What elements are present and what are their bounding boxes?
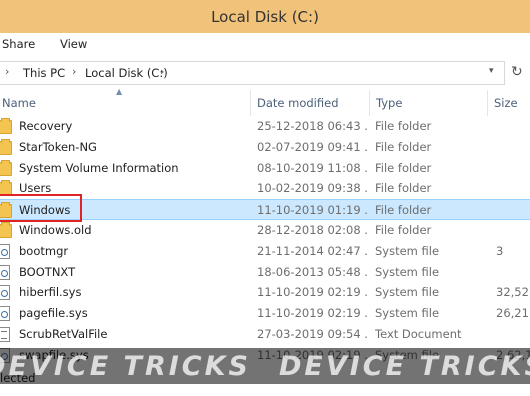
file-type: System file xyxy=(375,285,440,300)
file-row[interactable]: swapfile.sys 11-10-2019 02:19 ... System f… xyxy=(0,345,530,366)
chevron-right-icon[interactable]: › xyxy=(160,65,164,78)
breadcrumb-this-pc[interactable]: This PC xyxy=(23,66,65,80)
folder-icon xyxy=(0,118,12,134)
file-date-modified: 10-02-2019 09:38 ... xyxy=(257,181,369,196)
file-name: BOOTNXT xyxy=(19,264,76,279)
sort-ascending-icon: ▲ xyxy=(116,87,123,96)
folder-icon xyxy=(0,202,12,219)
file-name: System Volume Information xyxy=(19,160,179,175)
file-type: System file xyxy=(375,243,440,258)
file-date-modified: 21-11-2014 02:47 ... xyxy=(257,243,369,258)
file-date-modified: 02-07-2019 09:41 ... xyxy=(257,139,369,154)
tab-view[interactable]: View xyxy=(60,37,87,51)
column-type[interactable]: Type xyxy=(376,96,402,110)
ribbon-tabs: Share View xyxy=(0,33,530,57)
tab-share[interactable]: Share xyxy=(2,37,35,51)
file-row[interactable]: hiberfil.sys 11-10-2019 02:19 ... System f… xyxy=(0,282,530,303)
text-file-icon xyxy=(0,327,10,342)
system-file-icon xyxy=(0,285,10,301)
file-type: System file xyxy=(375,264,440,279)
file-row[interactable]: bootmgr 21-11-2014 02:47 ... System file 3 xyxy=(0,241,530,262)
file-size: 2,62,1 xyxy=(496,347,530,362)
breadcrumb-local-disk[interactable]: Local Disk (C:) xyxy=(85,66,168,80)
folder-icon xyxy=(0,159,12,176)
status-bar: lected xyxy=(0,367,530,396)
file-name: swapfile.sys xyxy=(19,347,89,362)
file-row[interactable]: System Volume Information 08-10-2019 11:0… xyxy=(0,158,530,179)
file-type: File folder xyxy=(375,181,432,196)
file-type: File folder xyxy=(375,160,432,175)
file-row[interactable]: BOOTNXT 18-06-2013 05:48 ... System file xyxy=(0,262,530,283)
folder-icon xyxy=(0,180,12,197)
folder-icon xyxy=(0,222,12,238)
file-name: Recovery xyxy=(19,119,73,133)
file-type: System file xyxy=(375,347,440,362)
column-divider[interactable] xyxy=(250,90,251,116)
status-text: lected xyxy=(0,371,36,385)
file-name: Users xyxy=(19,181,52,196)
file-date-modified: 11-10-2019 01:19 ... xyxy=(257,203,369,218)
file-name: Windows.old xyxy=(19,223,92,237)
file-name: pagefile.sys xyxy=(19,306,88,321)
file-row[interactable]: Users 10-02-2019 09:38 ... File folder xyxy=(0,178,530,199)
address-bar[interactable]: › This PC › Local Disk (C:) › ▾ xyxy=(0,61,505,85)
file-date-modified: 28-12-2018 02:08 ... xyxy=(257,223,369,237)
file-row[interactable]: Windows 11-10-2019 01:19 ... File folder xyxy=(0,199,530,221)
file-size: 3 xyxy=(496,243,504,258)
file-date-modified: 11-10-2019 02:19 ... xyxy=(257,285,369,300)
file-type: File folder xyxy=(375,203,432,218)
file-name: hiberfil.sys xyxy=(19,285,82,300)
file-row[interactable]: pagefile.sys 11-10-2019 02:19 ... System f… xyxy=(0,303,530,324)
file-date-modified: 08-10-2019 11:08 ... xyxy=(257,160,369,175)
file-type: Text Document xyxy=(375,327,462,341)
file-date-modified: 11-10-2019 02:19 ... xyxy=(257,306,369,321)
address-dropdown-icon[interactable]: ▾ xyxy=(489,66,494,76)
file-row[interactable]: Recovery 25-12-2018 06:43 ... File folder xyxy=(0,116,530,137)
file-row[interactable]: StarToken-NG 02-07-2019 09:41 ... File fol… xyxy=(0,137,530,158)
file-size: 32,52,0 xyxy=(496,285,530,300)
column-name[interactable]: Name xyxy=(2,96,36,110)
column-divider[interactable] xyxy=(487,90,488,116)
file-type: File folder xyxy=(375,119,432,133)
file-date-modified: 27-03-2019 09:54 ... xyxy=(257,327,369,341)
chevron-right-icon[interactable]: › xyxy=(72,65,76,78)
column-divider[interactable] xyxy=(369,90,370,116)
file-row[interactable]: ScrubRetValFile 27-03-2019 09:54 ... Text … xyxy=(0,324,530,345)
file-date-modified: 25-12-2018 06:43 ... xyxy=(257,119,369,133)
column-date-modified[interactable]: Date modified xyxy=(257,96,339,110)
window-title: Local Disk (C:) xyxy=(211,7,319,26)
file-name: bootmgr xyxy=(19,243,69,258)
title-bar: Local Disk (C:) xyxy=(0,0,530,33)
file-type: System file xyxy=(375,306,440,321)
system-file-icon xyxy=(0,347,10,363)
file-type: File folder xyxy=(375,223,432,237)
file-type: File folder xyxy=(375,139,432,154)
folder-icon xyxy=(0,138,12,155)
column-header: ▲ Name Date modified Type Size xyxy=(0,87,530,116)
column-size[interactable]: Size xyxy=(494,96,518,110)
chevron-right-icon: › xyxy=(5,65,10,78)
system-file-icon xyxy=(0,264,10,280)
file-name: Windows xyxy=(19,203,71,218)
file-date-modified: 18-06-2013 05:48 ... xyxy=(257,264,369,279)
file-size: 26,21,4 xyxy=(496,306,530,321)
address-row: › This PC › Local Disk (C:) › ▾ ↻ xyxy=(0,56,530,90)
file-row[interactable]: Windows.old 28-12-2018 02:08 ... File fold… xyxy=(0,220,530,241)
system-file-icon xyxy=(0,306,10,322)
file-name: ScrubRetValFile xyxy=(19,327,108,341)
system-file-icon xyxy=(0,243,10,259)
file-date-modified: 11-10-2019 02:19 ... xyxy=(257,347,369,362)
refresh-icon[interactable]: ↻ xyxy=(511,64,523,80)
file-name: StarToken-NG xyxy=(19,139,97,154)
